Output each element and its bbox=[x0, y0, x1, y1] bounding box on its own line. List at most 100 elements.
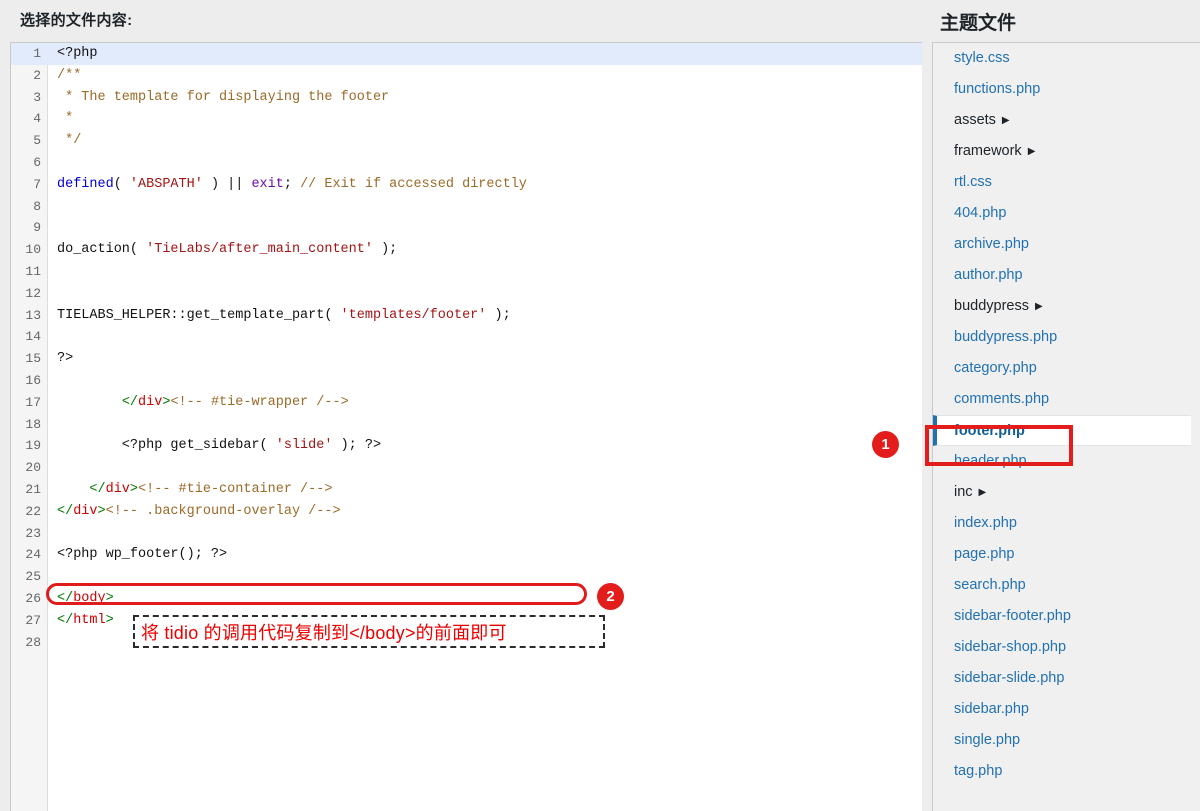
code-token: */ bbox=[57, 133, 82, 149]
code-line[interactable]: 20 bbox=[11, 457, 922, 479]
file-list-item-footer-php[interactable]: footer.php bbox=[933, 415, 1191, 446]
file-list-item-inc[interactable]: inc ▶ bbox=[933, 477, 1200, 508]
code-line[interactable]: 12 bbox=[11, 283, 922, 305]
file-list-item-buddypress-php[interactable]: buddypress.php bbox=[933, 322, 1200, 353]
code-token: /** bbox=[57, 67, 82, 83]
code-token: </ bbox=[121, 394, 139, 410]
line-number: 21 bbox=[25, 481, 41, 497]
code-line[interactable]: 17 </div><!-- #tie-wrapper /--> bbox=[11, 392, 922, 414]
file-list-item-author-php[interactable]: author.php bbox=[933, 260, 1200, 291]
code-line[interactable]: 9 bbox=[11, 217, 922, 239]
file-list-item-archive-php[interactable]: archive.php bbox=[933, 229, 1200, 260]
code-token: </ bbox=[89, 481, 106, 497]
line-number: 5 bbox=[33, 133, 41, 149]
code-text: </body> bbox=[57, 588, 114, 610]
file-list-item-label: buddypress.php bbox=[954, 329, 1058, 345]
code-line[interactable]: 6 bbox=[11, 152, 922, 174]
file-list-item-rtl-css[interactable]: rtl.css bbox=[933, 167, 1200, 198]
code-line[interactable]: 18 bbox=[11, 414, 922, 436]
file-list-item-style-css[interactable]: style.css bbox=[933, 43, 1200, 74]
code-line[interactable]: 2 /** bbox=[11, 65, 922, 87]
file-list-item-label: author.php bbox=[954, 267, 1023, 283]
code-token: > bbox=[105, 612, 114, 628]
file-list-item-label: buddypress bbox=[954, 298, 1029, 314]
line-number: 27 bbox=[25, 612, 41, 628]
code-line[interactable]: 14 bbox=[11, 326, 922, 348]
code-token: > bbox=[129, 481, 139, 497]
file-list-item-comments-php[interactable]: comments.php bbox=[933, 384, 1200, 415]
code-line[interactable]: 19 <?php get_sidebar( 'slide' ); ?> bbox=[11, 435, 922, 457]
code-line[interactable]: 4 * bbox=[11, 108, 922, 130]
file-list-item-sidebar-slide-php[interactable]: sidebar-slide.php bbox=[933, 663, 1200, 694]
code-text: ?> bbox=[57, 348, 73, 370]
file-list-item-label: sidebar-footer.php bbox=[954, 608, 1071, 624]
code-text: * The template for displaying the footer bbox=[57, 87, 389, 109]
code-line[interactable]: 26 </body> bbox=[11, 588, 922, 610]
code-text: </div><!-- .background-overlay /--> bbox=[57, 501, 341, 523]
code-area[interactable]: 1 <?php 2 /** 3 * The template for displayin… bbox=[11, 43, 922, 811]
theme-files-sidebar: 主题文件 style.css functions.php assets ▶ framew… bbox=[922, 0, 1200, 811]
annotation-marker-1: 1 bbox=[872, 431, 899, 458]
code-token: do_action( bbox=[57, 242, 147, 258]
line-number: 13 bbox=[25, 307, 41, 323]
line-number: 4 bbox=[33, 111, 41, 127]
file-list-item-buddypress[interactable]: buddypress ▶ bbox=[933, 291, 1200, 322]
code-token: * bbox=[57, 111, 74, 127]
line-number: 28 bbox=[25, 634, 41, 650]
file-list-item-framework[interactable]: framework ▶ bbox=[933, 136, 1200, 167]
sidebar-title: 主题文件 bbox=[940, 13, 1017, 34]
line-number: 8 bbox=[33, 198, 41, 214]
code-text: * bbox=[57, 108, 73, 130]
code-token: ) || bbox=[202, 176, 252, 192]
file-list-item-assets[interactable]: assets ▶ bbox=[933, 105, 1200, 136]
screen-root: 选择的文件内容: 1 <?php 2 /** 3 * The template for … bbox=[0, 0, 1200, 811]
file-list-item-label: sidebar-shop.php bbox=[954, 639, 1067, 655]
code-line[interactable]: 3 * The template for displaying the foot… bbox=[11, 87, 922, 109]
file-list-item-search-php[interactable]: search.php bbox=[933, 570, 1200, 601]
code-line[interactable]: 11 bbox=[11, 261, 922, 283]
code-line[interactable]: 15 ?> bbox=[11, 348, 922, 370]
file-list-item-sidebar-footer-php[interactable]: sidebar-footer.php bbox=[933, 601, 1200, 632]
annotation-note-text: 将 tidio 的调用代码复制到</body>的前面即可 bbox=[141, 622, 507, 643]
code-line[interactable]: 5 */ bbox=[11, 130, 922, 152]
file-list-item-sidebar-shop-php[interactable]: sidebar-shop.php bbox=[933, 632, 1200, 663]
code-line[interactable]: 25 bbox=[11, 566, 922, 588]
code-line[interactable]: 23 bbox=[11, 523, 922, 545]
file-list-item-single-php[interactable]: single.php bbox=[933, 725, 1200, 756]
code-text: /** bbox=[57, 65, 81, 87]
file-list-item-index-php[interactable]: index.php bbox=[933, 508, 1200, 539]
file-list-item-header-php[interactable]: header.php bbox=[933, 446, 1200, 477]
code-line[interactable]: 13 TIELABS_HELPER::get_template_part( 'te… bbox=[11, 305, 922, 327]
file-list-item-page-php[interactable]: page.php bbox=[933, 539, 1200, 570]
file-list-item-functions-php[interactable]: functions.php bbox=[933, 74, 1200, 105]
line-number: 15 bbox=[25, 351, 41, 367]
caret-right-icon: ▶ bbox=[978, 487, 987, 498]
file-list-item-category-php[interactable]: category.php bbox=[933, 353, 1200, 384]
code-line[interactable]: 21 </div><!-- #tie-container /--> bbox=[11, 479, 922, 501]
code-token: ( bbox=[113, 176, 130, 192]
code-line[interactable]: 16 bbox=[11, 370, 922, 392]
file-list-item-sidebar-php[interactable]: sidebar.php bbox=[933, 694, 1200, 725]
code-text: </div><!-- #tie-container /--> bbox=[57, 479, 332, 501]
code-token: > bbox=[97, 503, 106, 519]
code-token: 'templates/footer' bbox=[340, 307, 487, 323]
code-line[interactable]: 24 <?php wp_footer(); ?> bbox=[11, 544, 922, 566]
theme-file-list[interactable]: style.css functions.php assets ▶ framework ▶ r… bbox=[932, 42, 1200, 811]
code-token: * The template for displaying the footer bbox=[57, 89, 390, 105]
code-line[interactable]: 22 </div><!-- .background-overlay /--> bbox=[11, 501, 922, 523]
code-line[interactable]: 10 do_action( 'TieLabs/after_main_content… bbox=[11, 239, 922, 261]
code-text: <?php get_sidebar( 'slide' ); ?> bbox=[57, 435, 381, 457]
file-list-item-label: sidebar-slide.php bbox=[954, 670, 1065, 686]
code-token: div bbox=[138, 394, 163, 410]
code-editor[interactable]: 1 <?php 2 /** 3 * The template for displayin… bbox=[10, 42, 922, 811]
code-line[interactable]: 7 defined( 'ABSPATH' ) || exit; // Exit i… bbox=[11, 174, 922, 196]
caret-right-icon: ▶ bbox=[1034, 301, 1043, 312]
file-list-item-404-php[interactable]: 404.php bbox=[933, 198, 1200, 229]
code-line[interactable]: 1 <?php bbox=[11, 43, 922, 65]
file-list-item-tag-php[interactable]: tag.php bbox=[933, 756, 1200, 787]
code-token: defined bbox=[57, 176, 114, 192]
line-number: 11 bbox=[25, 263, 41, 279]
line-number: 20 bbox=[25, 460, 41, 476]
code-line[interactable]: 8 bbox=[11, 196, 922, 218]
line-number: 7 bbox=[33, 176, 41, 192]
